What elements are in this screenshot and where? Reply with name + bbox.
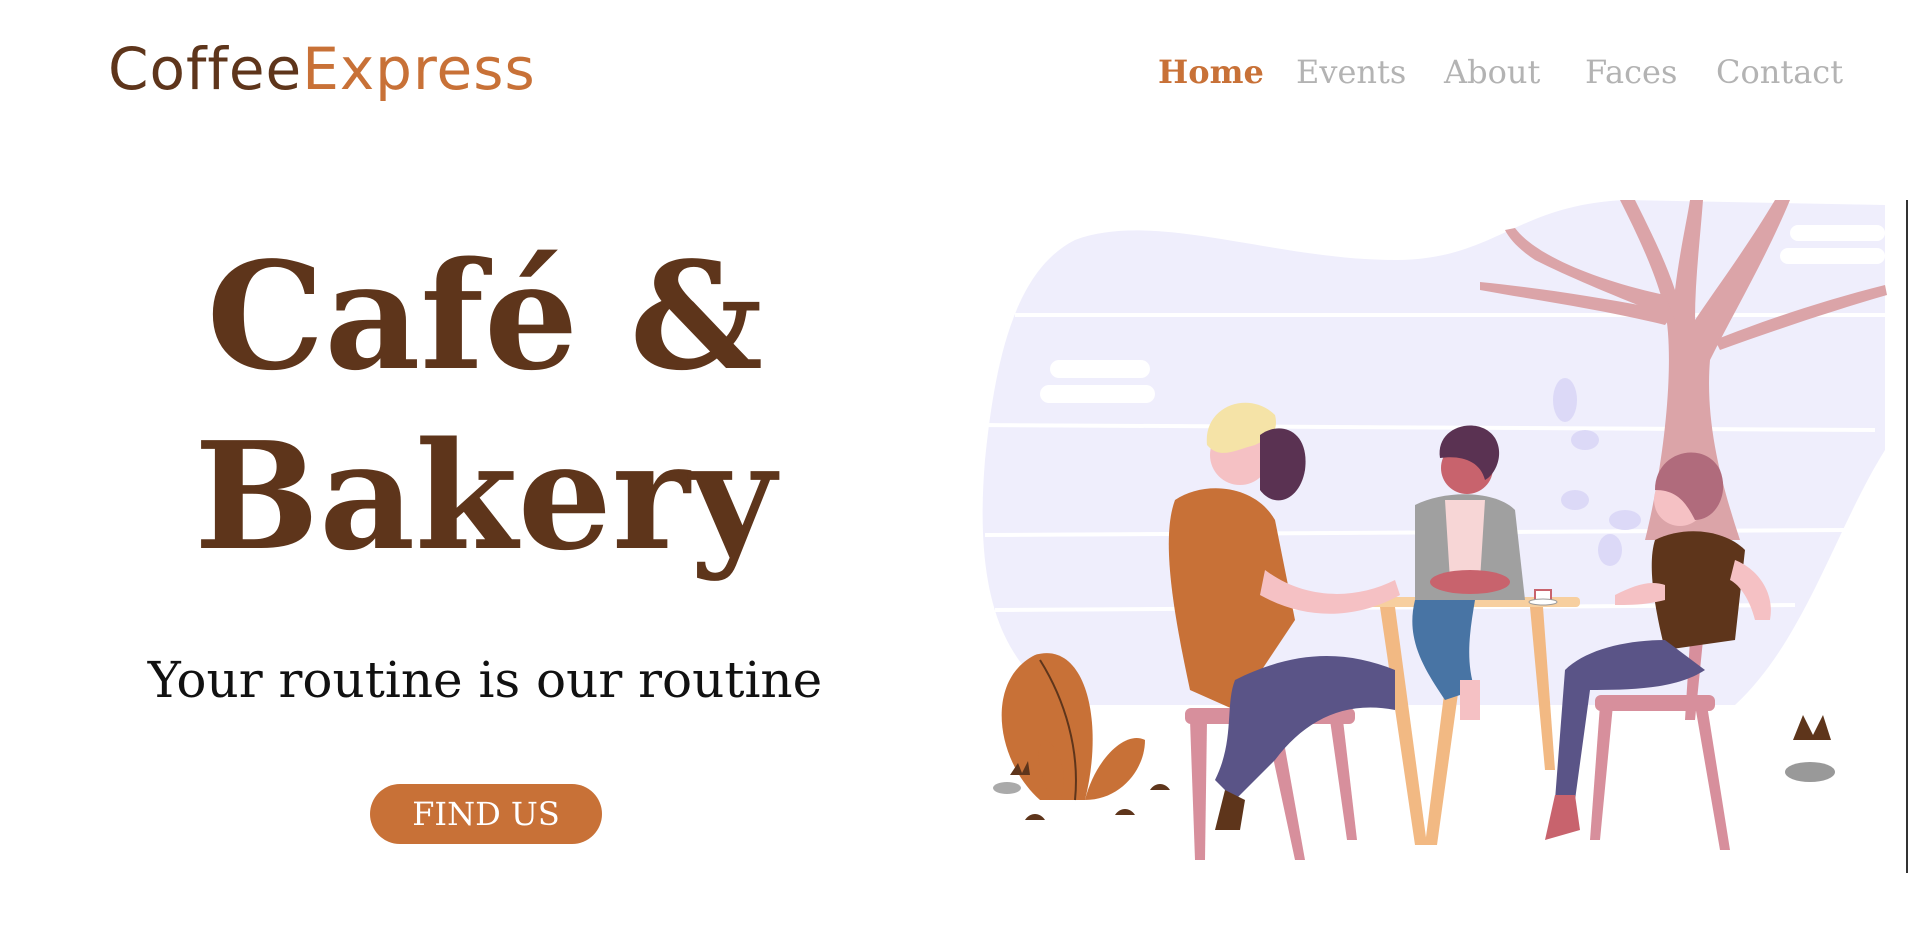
- nav-contact[interactable]: Contact: [1716, 56, 1843, 88]
- hero-title-line-2: Bakery: [194, 409, 776, 583]
- hero-tagline: Your routine is our routine: [147, 651, 823, 709]
- nav-about[interactable]: About: [1444, 56, 1540, 88]
- hero-title: Café & Bakery: [130, 226, 840, 586]
- nav-events[interactable]: Events: [1296, 56, 1406, 88]
- people-at-cafe-table-illustration: [975, 200, 1887, 860]
- logo-part-express: Express: [302, 35, 536, 103]
- hero-title-line-1: Café &: [206, 229, 764, 403]
- nav-home[interactable]: Home: [1158, 56, 1264, 88]
- site-logo[interactable]: CoffeeExpress: [108, 40, 536, 98]
- find-us-button[interactable]: FIND US: [370, 784, 602, 844]
- nav-faces[interactable]: Faces: [1585, 56, 1677, 88]
- logo-part-coffee: Coffee: [108, 35, 303, 103]
- divider-line: [1906, 200, 1908, 873]
